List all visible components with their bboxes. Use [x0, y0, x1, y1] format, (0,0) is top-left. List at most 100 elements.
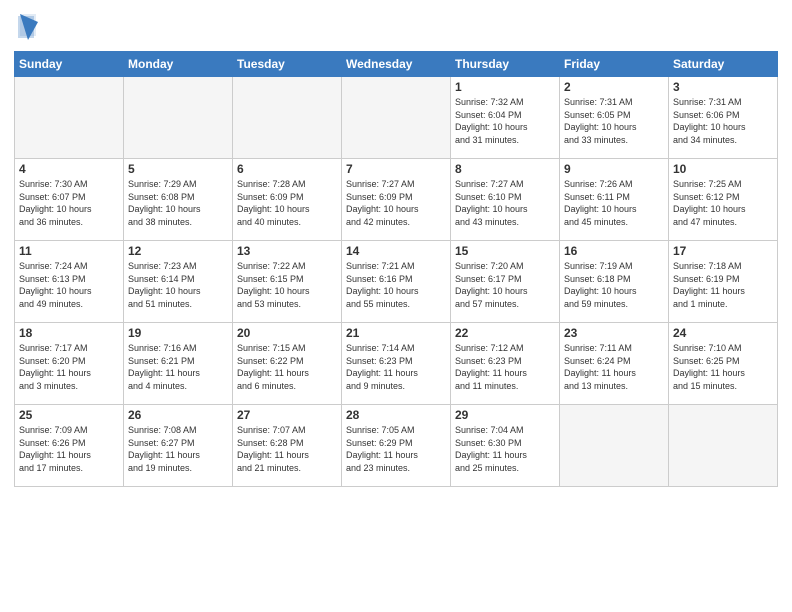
calendar-cell: 10Sunrise: 7:25 AM Sunset: 6:12 PM Dayli…	[669, 159, 778, 241]
day-number: 4	[19, 162, 119, 176]
day-info: Sunrise: 7:11 AM Sunset: 6:24 PM Dayligh…	[564, 342, 664, 392]
logo	[14, 14, 38, 45]
day-number: 29	[455, 408, 555, 422]
day-info: Sunrise: 7:12 AM Sunset: 6:23 PM Dayligh…	[455, 342, 555, 392]
day-info: Sunrise: 7:30 AM Sunset: 6:07 PM Dayligh…	[19, 178, 119, 228]
calendar-cell: 28 Sunrise: 7:05 AM Sunset: 6:29 PM Dayli…	[342, 405, 451, 487]
day-number: 5	[128, 162, 228, 176]
calendar-cell: 26Sunrise: 7:08 AM Sunset: 6:27 PM Dayli…	[124, 405, 233, 487]
calendar-cell: 11 Sunrise: 7:24 AM Sunset: 6:13 PM Dayli…	[15, 241, 124, 323]
day-info: Sunrise: 7:18 AM Sunset: 6:19 PM Dayligh…	[673, 260, 773, 310]
calendar-cell: 20 Sunrise: 7:15 AM Sunset: 6:22 PM Dayli…	[233, 323, 342, 405]
calendar-cell: 24Sunrise: 7:10 AM Sunset: 6:25 PM Dayli…	[669, 323, 778, 405]
header-tuesday: Tuesday	[233, 52, 342, 77]
calendar-cell: 21 Sunrise: 7:14 AM Sunset: 6:23 PM Dayli…	[342, 323, 451, 405]
day-info: Sunrise: 7:20 AM Sunset: 6:17 PM Dayligh…	[455, 260, 555, 310]
calendar-cell: 29Sunrise: 7:04 AM Sunset: 6:30 PM Dayli…	[451, 405, 560, 487]
day-number: 20	[237, 326, 337, 340]
day-number: 11	[19, 244, 119, 258]
day-number: 25	[19, 408, 119, 422]
calendar-cell: 14Sunrise: 7:21 AM Sunset: 6:16 PM Dayli…	[342, 241, 451, 323]
header-thursday: Thursday	[451, 52, 560, 77]
logo-icon	[16, 12, 38, 45]
page-container: SundayMondayTuesdayWednesdayThursdayFrid…	[0, 0, 792, 495]
calendar-cell: 13 Sunrise: 7:22 AM Sunset: 6:15 PM Dayli…	[233, 241, 342, 323]
day-info: Sunrise: 7:22 AM Sunset: 6:15 PM Dayligh…	[237, 260, 337, 310]
day-number: 28	[346, 408, 446, 422]
calendar-week-1: 4 Sunrise: 7:30 AM Sunset: 6:07 PM Daylig…	[15, 159, 778, 241]
day-number: 6	[237, 162, 337, 176]
day-info: Sunrise: 7:07 AM Sunset: 6:28 PM Dayligh…	[237, 424, 337, 474]
day-info: Sunrise: 7:24 AM Sunset: 6:13 PM Dayligh…	[19, 260, 119, 310]
day-number: 23	[564, 326, 664, 340]
day-number: 19	[128, 326, 228, 340]
calendar-cell	[124, 77, 233, 159]
calendar-cell: 4 Sunrise: 7:30 AM Sunset: 6:07 PM Daylig…	[15, 159, 124, 241]
calendar-cell: 18 Sunrise: 7:17 AM Sunset: 6:20 PM Dayli…	[15, 323, 124, 405]
calendar-header-row: SundayMondayTuesdayWednesdayThursdayFrid…	[15, 52, 778, 77]
calendar-cell	[233, 77, 342, 159]
day-info: Sunrise: 7:16 AM Sunset: 6:21 PM Dayligh…	[128, 342, 228, 392]
day-info: Sunrise: 7:19 AM Sunset: 6:18 PM Dayligh…	[564, 260, 664, 310]
calendar-cell: 6 Sunrise: 7:28 AM Sunset: 6:09 PM Daylig…	[233, 159, 342, 241]
day-number: 10	[673, 162, 773, 176]
day-number: 27	[237, 408, 337, 422]
calendar-cell: 22 Sunrise: 7:12 AM Sunset: 6:23 PM Dayli…	[451, 323, 560, 405]
day-number: 1	[455, 80, 555, 94]
day-number: 22	[455, 326, 555, 340]
header-monday: Monday	[124, 52, 233, 77]
day-info: Sunrise: 7:05 AM Sunset: 6:29 PM Dayligh…	[346, 424, 446, 474]
day-number: 16	[564, 244, 664, 258]
day-number: 26	[128, 408, 228, 422]
header-wednesday: Wednesday	[342, 52, 451, 77]
calendar-cell: 19 Sunrise: 7:16 AM Sunset: 6:21 PM Dayli…	[124, 323, 233, 405]
day-number: 2	[564, 80, 664, 94]
day-info: Sunrise: 7:17 AM Sunset: 6:20 PM Dayligh…	[19, 342, 119, 392]
calendar-cell: 25Sunrise: 7:09 AM Sunset: 6:26 PM Dayli…	[15, 405, 124, 487]
calendar-cell: 1 Sunrise: 7:32 AM Sunset: 6:04 PM Daylig…	[451, 77, 560, 159]
day-number: 15	[455, 244, 555, 258]
calendar-cell: 17 Sunrise: 7:18 AM Sunset: 6:19 PM Dayli…	[669, 241, 778, 323]
day-info: Sunrise: 7:28 AM Sunset: 6:09 PM Dayligh…	[237, 178, 337, 228]
day-info: Sunrise: 7:32 AM Sunset: 6:04 PM Dayligh…	[455, 96, 555, 146]
day-number: 12	[128, 244, 228, 258]
day-info: Sunrise: 7:31 AM Sunset: 6:06 PM Dayligh…	[673, 96, 773, 146]
calendar-week-2: 11 Sunrise: 7:24 AM Sunset: 6:13 PM Dayli…	[15, 241, 778, 323]
day-number: 3	[673, 80, 773, 94]
day-info: Sunrise: 7:31 AM Sunset: 6:05 PM Dayligh…	[564, 96, 664, 146]
header-friday: Friday	[560, 52, 669, 77]
header-saturday: Saturday	[669, 52, 778, 77]
header-row	[14, 10, 778, 45]
calendar-cell: 3 Sunrise: 7:31 AM Sunset: 6:06 PM Daylig…	[669, 77, 778, 159]
calendar-cell: 23 Sunrise: 7:11 AM Sunset: 6:24 PM Dayli…	[560, 323, 669, 405]
calendar-week-0: 1 Sunrise: 7:32 AM Sunset: 6:04 PM Daylig…	[15, 77, 778, 159]
day-number: 18	[19, 326, 119, 340]
calendar-cell: 8Sunrise: 7:27 AM Sunset: 6:10 PM Daylig…	[451, 159, 560, 241]
calendar-cell	[15, 77, 124, 159]
day-number: 13	[237, 244, 337, 258]
calendar-cell: 7Sunrise: 7:27 AM Sunset: 6:09 PM Daylig…	[342, 159, 451, 241]
day-info: Sunrise: 7:15 AM Sunset: 6:22 PM Dayligh…	[237, 342, 337, 392]
day-info: Sunrise: 7:10 AM Sunset: 6:25 PM Dayligh…	[673, 342, 773, 392]
calendar-cell: 2 Sunrise: 7:31 AM Sunset: 6:05 PM Daylig…	[560, 77, 669, 159]
calendar-cell: 5Sunrise: 7:29 AM Sunset: 6:08 PM Daylig…	[124, 159, 233, 241]
calendar-cell	[560, 405, 669, 487]
calendar-cell: 12 Sunrise: 7:23 AM Sunset: 6:14 PM Dayli…	[124, 241, 233, 323]
day-number: 17	[673, 244, 773, 258]
day-info: Sunrise: 7:23 AM Sunset: 6:14 PM Dayligh…	[128, 260, 228, 310]
calendar-cell: 16 Sunrise: 7:19 AM Sunset: 6:18 PM Dayli…	[560, 241, 669, 323]
calendar-cell: 27 Sunrise: 7:07 AM Sunset: 6:28 PM Dayli…	[233, 405, 342, 487]
day-number: 8	[455, 162, 555, 176]
day-info: Sunrise: 7:14 AM Sunset: 6:23 PM Dayligh…	[346, 342, 446, 392]
day-number: 7	[346, 162, 446, 176]
calendar-cell	[669, 405, 778, 487]
header-sunday: Sunday	[15, 52, 124, 77]
day-number: 21	[346, 326, 446, 340]
calendar-week-4: 25Sunrise: 7:09 AM Sunset: 6:26 PM Dayli…	[15, 405, 778, 487]
day-info: Sunrise: 7:26 AM Sunset: 6:11 PM Dayligh…	[564, 178, 664, 228]
calendar-cell: 9 Sunrise: 7:26 AM Sunset: 6:11 PM Daylig…	[560, 159, 669, 241]
calendar-cell	[342, 77, 451, 159]
day-number: 9	[564, 162, 664, 176]
day-number: 14	[346, 244, 446, 258]
calendar-cell: 15 Sunrise: 7:20 AM Sunset: 6:17 PM Dayli…	[451, 241, 560, 323]
